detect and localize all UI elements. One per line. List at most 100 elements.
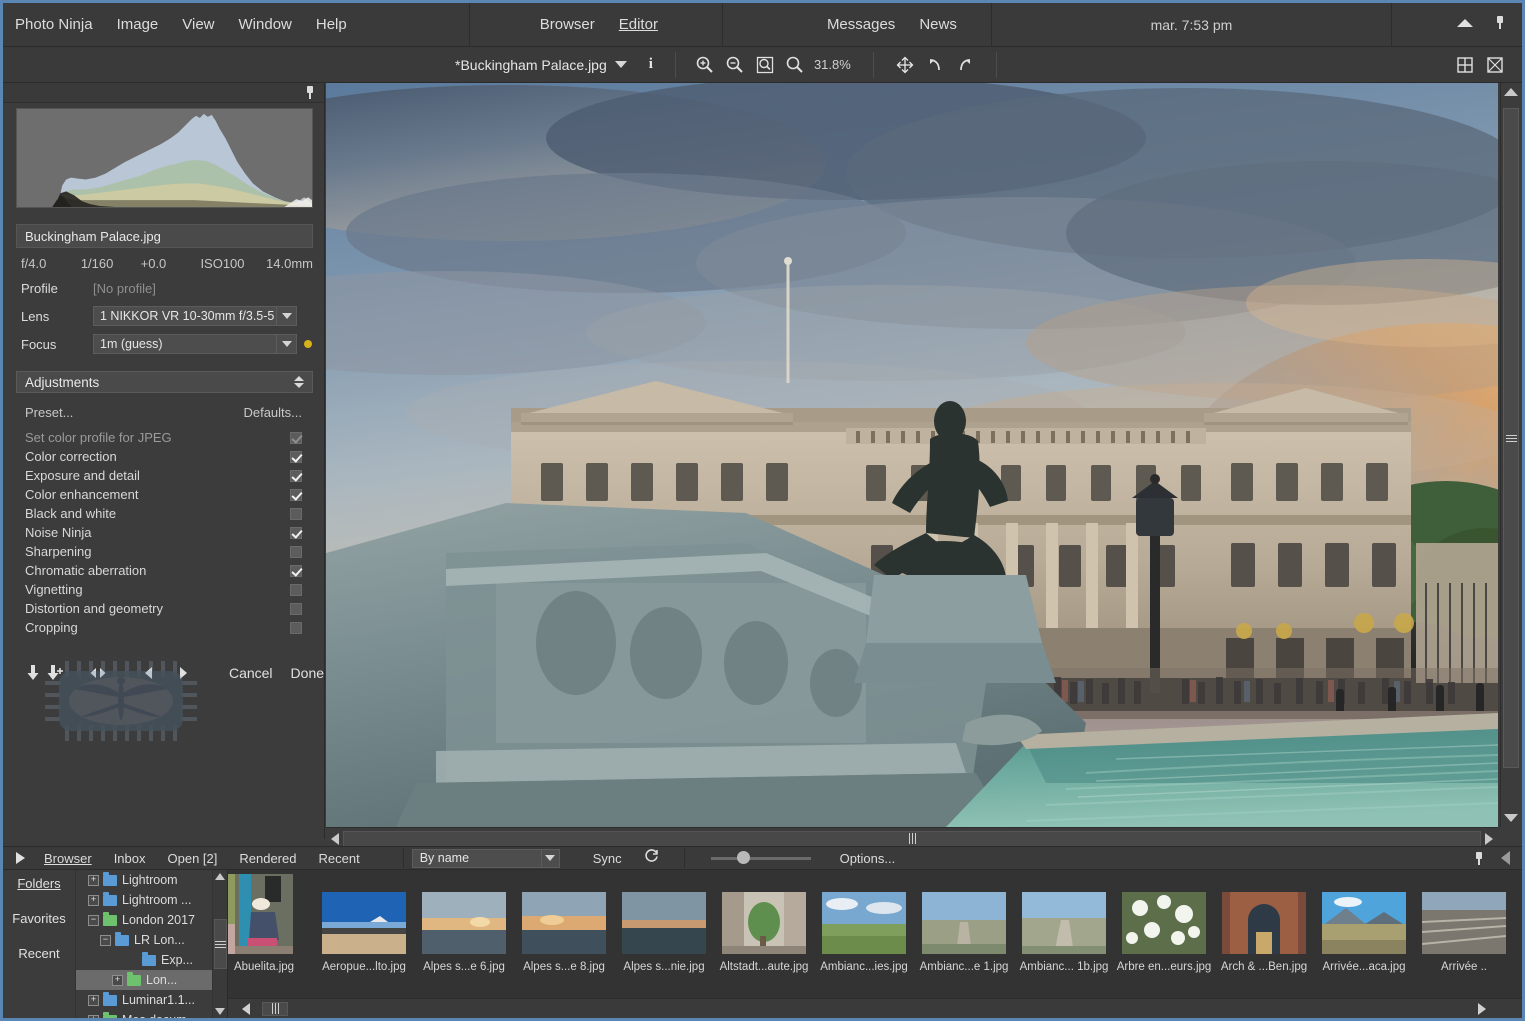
adjustment-checkbox[interactable] [290,621,302,634]
mode-browser[interactable]: Browser [528,3,607,47]
expand-right-icon[interactable] [16,852,25,864]
scroll-up-icon[interactable] [1503,88,1518,96]
chevron-up-icon[interactable] [1446,16,1484,33]
expander-plus-icon[interactable]: + [112,974,123,986]
adjustment-row[interactable]: Set color profile for JPEG [3,428,324,447]
pin-icon[interactable] [1484,16,1516,33]
tree-node[interactable]: Exp... [76,950,227,970]
thumbnail-item[interactable]: Alpes s...e 8.jpg [514,874,614,973]
thumbnail-item[interactable]: Ambianc...ies.jpg [814,874,914,973]
adjustment-checkbox[interactable] [290,488,302,501]
filename-field[interactable]: Buckingham Palace.jpg [16,224,313,248]
adjustment-checkbox[interactable] [290,583,302,596]
horizontal-scroll-track[interactable] [343,830,1481,847]
thumbnail-item[interactable]: Alpes s...e 6.jpg [414,874,514,973]
tree-node[interactable]: + Lightroom ... [76,890,227,910]
adjustment-checkbox[interactable] [290,564,302,577]
scroll-down-icon[interactable] [215,1008,225,1015]
sync-button[interactable]: Sync [582,851,633,866]
tree-node[interactable]: − London 2017 [76,910,227,930]
adjustment-row[interactable]: Black and white [3,504,324,523]
info-icon[interactable]: i [649,56,653,73]
thumbnail-item[interactable]: Aeropue...lto.jpg [314,874,414,973]
lens-select[interactable]: 1 NIKKOR VR 10-30mm f/3.5-5 [93,306,297,326]
thumbnail-item[interactable]: Altstadt...aute.jpg [714,874,814,973]
menu-window[interactable]: Window [227,3,304,47]
defaults-button[interactable]: Defaults... [243,405,302,420]
expander-plus-icon[interactable]: + [88,994,99,1006]
mode-editor[interactable]: Editor [607,3,670,47]
adjustments-header[interactable]: Adjustments [16,371,313,393]
adjustment-checkbox[interactable] [290,469,302,482]
scroll-left-icon[interactable] [331,832,339,845]
pin-icon[interactable] [304,86,316,99]
adjustment-row[interactable]: Color enhancement [3,485,324,504]
adjustment-checkbox[interactable] [290,602,302,615]
adjustment-checkbox[interactable] [290,507,302,520]
scroll-right-icon[interactable] [1478,1002,1486,1015]
adjustment-checkbox[interactable] [290,545,302,558]
thumbnail-item[interactable]: Ambianc...e 1.jpg [914,874,1014,973]
menu-image[interactable]: Image [105,3,171,47]
tab-browser[interactable]: Browser [33,851,103,866]
chevron-down-icon[interactable] [276,307,296,325]
folder-tree[interactable]: + Lightroom + Lightroom ... − London 201… [75,870,227,1018]
adjustment-row[interactable]: Noise Ninja [3,523,324,542]
tree-node[interactable]: − LR Lon... [76,930,227,950]
tab-rendered[interactable]: Rendered [228,851,307,866]
zoom-actual-icon[interactable] [780,51,810,79]
refresh-icon[interactable] [643,847,660,869]
adjustment-row[interactable]: Exposure and detail [3,466,324,485]
expander-plus-icon[interactable]: + [88,894,99,906]
expander-minus-icon[interactable]: − [88,914,99,926]
redo-icon[interactable] [950,51,980,79]
sidebar-item-folders[interactable]: Folders [17,876,60,891]
adjustment-row[interactable]: Distortion and geometry [3,599,324,618]
thumbnail-filmstrip[interactable]: ...pg Abuelita.jpg Aeropue...lto.jpg [227,870,1522,1018]
horizontal-scroll-thumb[interactable] [343,830,1481,847]
tab-inbox[interactable]: Inbox [103,851,157,866]
grid-view-icon[interactable] [1450,51,1480,79]
adjustment-row[interactable]: Vignetting [3,580,324,599]
zoom-fit-icon[interactable] [750,51,780,79]
adjustment-checkbox[interactable] [290,450,302,463]
chevron-down-icon[interactable] [540,849,559,867]
tree-node[interactable]: + Mes docum... [76,1010,227,1018]
adjustment-row[interactable]: Sharpening [3,542,324,561]
thumbnail-item[interactable]: Arbre en...eurs.jpg [1114,874,1214,973]
tab-open[interactable]: Open [2] [157,851,229,866]
adjustment-row[interactable]: Cropping [3,618,324,637]
adjustment-checkbox[interactable] [290,431,302,444]
menu-news[interactable]: News [907,3,969,47]
scroll-up-icon[interactable] [215,873,225,880]
vertical-scroll-track[interactable] [1501,100,1520,810]
thumbnail-item[interactable]: Alpes s...nie.jpg [614,874,714,973]
adjustment-checkbox[interactable] [290,526,302,539]
pan-move-icon[interactable] [890,51,920,79]
sort-updown-icon[interactable] [294,376,304,388]
adjustment-row[interactable]: Chromatic aberration [3,561,324,580]
canvas-vertical-scrollbar[interactable] [1500,83,1520,827]
tree-node[interactable]: + Luminar1.1... [76,990,227,1010]
filmstrip-scrollbar[interactable] [228,998,1522,1018]
sidebar-item-recent[interactable]: Recent [18,946,59,961]
scroll-down-icon[interactable] [1503,814,1518,822]
tree-scroll-thumb[interactable] [213,919,227,969]
options-button[interactable]: Options... [829,851,907,866]
zoom-in-icon[interactable] [690,51,720,79]
caret-down-icon[interactable] [614,61,627,68]
cancel-button[interactable]: Cancel [229,665,273,681]
zoom-out-icon[interactable] [720,51,750,79]
tree-scrollbar[interactable] [212,870,227,1018]
thumbnail-item[interactable]: Arrivée .. [1414,874,1514,973]
expander-plus-icon[interactable]: + [88,874,99,886]
pin-icon[interactable] [1473,851,1485,865]
thumbnail-item[interactable]: Arch & ...Ben.jpg [1214,874,1314,973]
sidebar-item-favorites[interactable]: Favorites [12,911,65,926]
thumbnail-size-slider[interactable] [710,848,811,868]
filmstrip-scroll-thumb[interactable] [262,1001,288,1016]
fullscreen-icon[interactable] [1480,51,1510,79]
focus-select[interactable]: 1m (guess) [93,334,297,354]
tab-recent[interactable]: Recent [307,851,370,866]
slider-knob[interactable] [736,851,750,864]
